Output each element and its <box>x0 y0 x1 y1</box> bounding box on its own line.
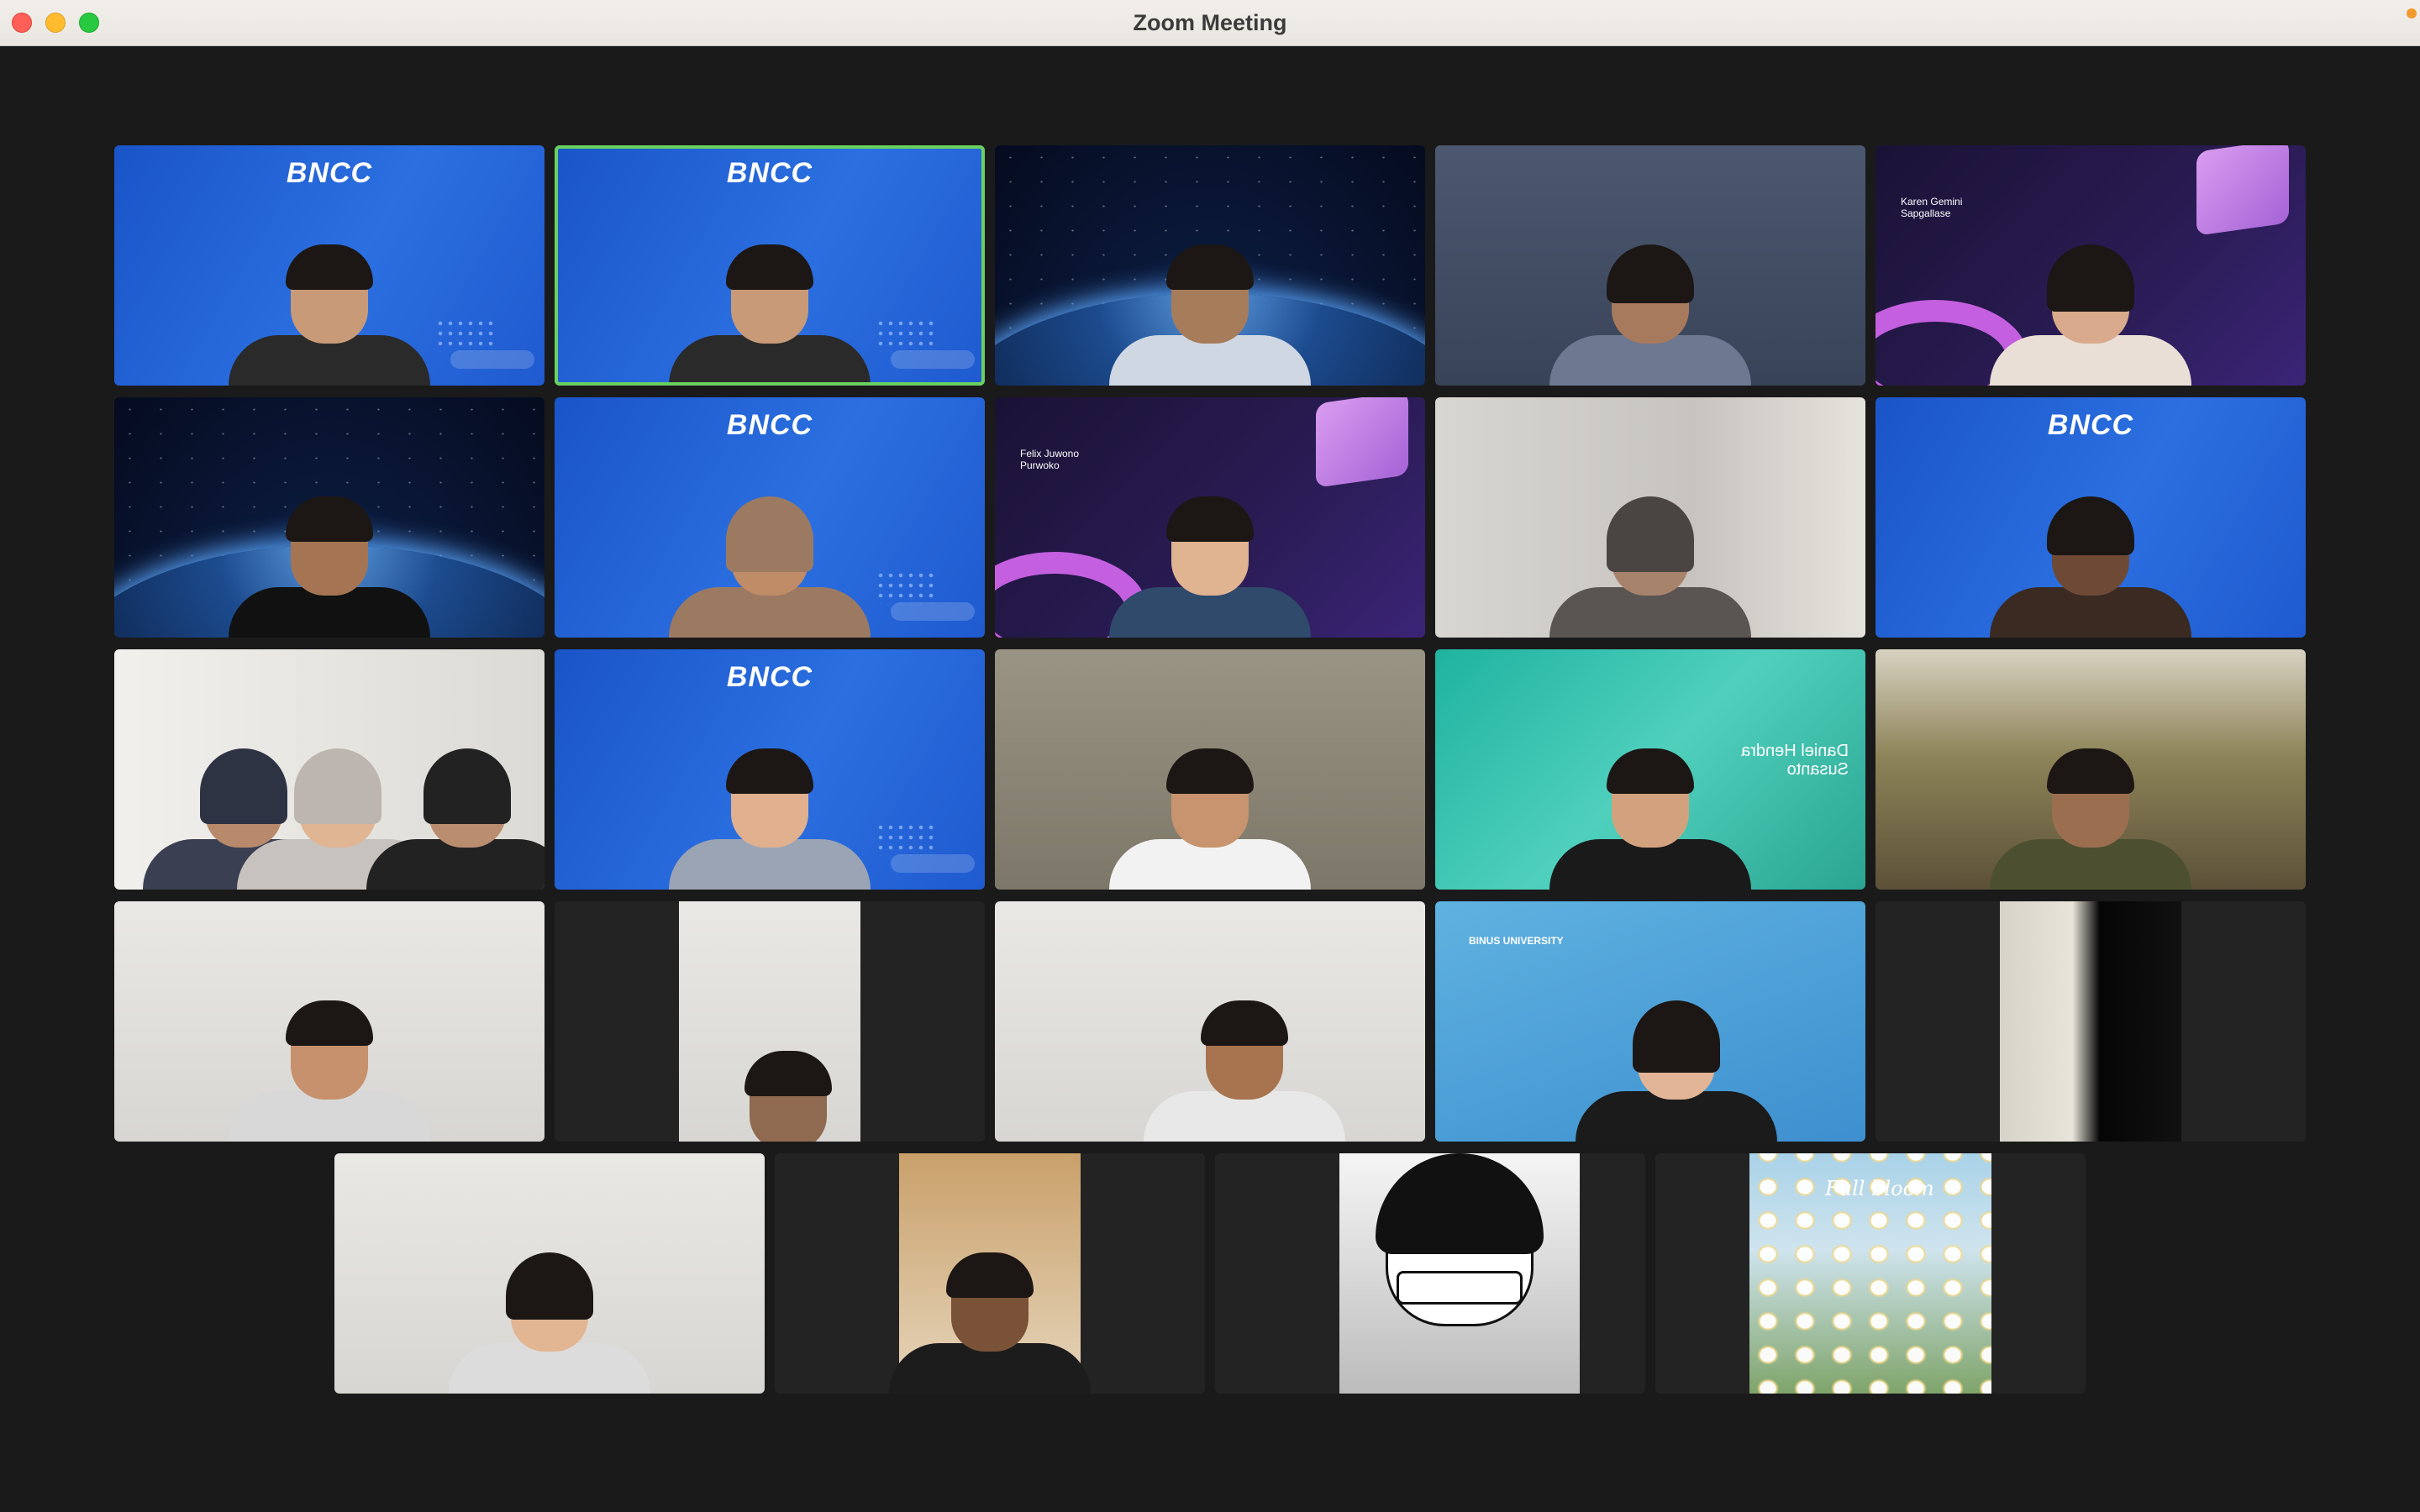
video-tile-1[interactable]: BNCC <box>114 145 544 386</box>
participant-name-tag: Karen Gemini Sapgallase <box>1901 196 1963 219</box>
participant-figure <box>1990 244 2191 386</box>
decor-dots <box>876 822 934 856</box>
video-tile-7[interactable]: BNCC <box>555 397 985 638</box>
participant-figure <box>669 748 871 890</box>
university-label: BINUS UNIVERSITY <box>1469 935 1564 947</box>
bncc-logo: BNCC <box>726 409 813 441</box>
participant-figure <box>1109 244 1311 386</box>
decor-dots <box>876 570 934 604</box>
video-tile-6[interactable] <box>114 397 544 638</box>
video-tile-2-active-speaker[interactable]: BNCC <box>555 145 985 386</box>
participant-figure <box>1109 496 1311 638</box>
video-tile-3[interactable] <box>995 145 1425 386</box>
video-tile-18[interactable] <box>995 901 1425 1142</box>
video-tile-20[interactable] <box>1876 901 2306 1142</box>
bncc-logo: BNCC <box>726 661 813 693</box>
manga-avatar-image <box>1339 1153 1580 1394</box>
participant-figure <box>1549 244 1751 386</box>
participant-figure <box>229 496 430 638</box>
video-tile-11[interactable] <box>114 649 544 890</box>
decor-pill <box>450 350 534 369</box>
participant-name-tag: Felix Juwono Purwoko <box>1020 448 1080 471</box>
flower-image: Full bloom <box>1749 1153 1991 1394</box>
video-tile-8[interactable]: Felix Juwono Purwoko <box>995 397 1425 638</box>
participant-figure <box>1575 1000 1777 1142</box>
video-tile-19[interactable]: BINUS UNIVERSITY <box>1435 901 1865 1142</box>
participant-figure <box>1990 748 2191 890</box>
video-tile-15[interactable] <box>1876 649 2306 890</box>
decor-cube <box>1316 397 1408 488</box>
decor-dots <box>876 318 934 352</box>
decor-pill <box>891 350 975 369</box>
bncc-logo: BNCC <box>726 157 813 189</box>
participant-figure <box>1109 748 1311 890</box>
recording-indicator-icon <box>2407 8 2417 18</box>
image-caption: Full bloom <box>1825 1177 1934 1200</box>
gallery-view: BNCC BNCC Karen Gemini Sapgallase BNCC F… <box>0 46 2420 1512</box>
portrait-video <box>679 901 860 1142</box>
video-tile-13[interactable] <box>995 649 1425 890</box>
video-tile-23[interactable] <box>1215 1153 1645 1394</box>
bncc-logo: BNCC <box>2047 409 2134 441</box>
decor-dots <box>435 318 494 352</box>
video-tile-5[interactable]: Karen Gemini Sapgallase <box>1876 145 2306 386</box>
video-tile-9[interactable] <box>1435 397 1865 638</box>
participant-figure <box>687 1051 889 1142</box>
video-tile-22[interactable] <box>775 1153 1205 1394</box>
participant-figure <box>366 748 544 890</box>
window-titlebar: Zoom Meeting <box>0 0 2420 46</box>
window-title: Zoom Meeting <box>1133 10 1287 35</box>
video-tile-10[interactable]: BNCC <box>1876 397 2306 638</box>
video-tile-17[interactable] <box>555 901 985 1142</box>
video-tile-12[interactable]: BNCC <box>555 649 985 890</box>
video-tile-24[interactable]: Full bloom <box>1655 1153 2086 1394</box>
participant-figure <box>229 1000 430 1142</box>
video-tile-21[interactable] <box>334 1153 765 1394</box>
portrait-video <box>2000 901 2181 1142</box>
participant-figure <box>449 1252 650 1394</box>
participant-figure <box>889 1252 1091 1394</box>
participant-figure <box>1549 496 1751 638</box>
video-tile-16[interactable] <box>114 901 544 1142</box>
participant-figure <box>669 244 871 386</box>
participant-figure <box>669 496 871 638</box>
portrait-video <box>889 1153 1091 1394</box>
participant-figure <box>1143 1000 1345 1142</box>
decor-pill <box>891 602 975 621</box>
participant-figure <box>1990 496 2191 638</box>
bncc-logo: BNCC <box>286 157 373 189</box>
video-tile-4[interactable] <box>1435 145 1865 386</box>
video-tile-14[interactable]: Daniel Hendra Susanto <box>1435 649 1865 890</box>
decor-pill <box>891 854 975 873</box>
participant-figure <box>1549 748 1751 890</box>
decor-cube <box>2196 145 2289 236</box>
participant-figure <box>229 244 430 386</box>
